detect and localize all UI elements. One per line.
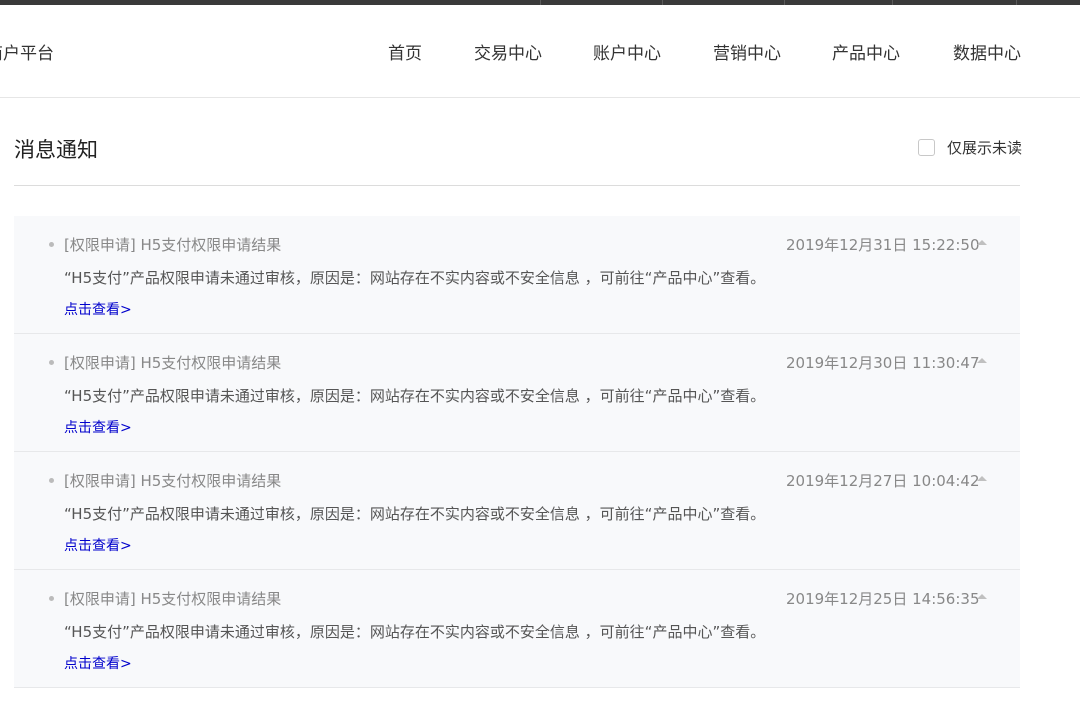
message-body: “H5支付”产品权限申请未通过审核，原因是：网站存在不实内容或不安全信息 ，可前… — [64, 269, 766, 287]
nav-product-center[interactable]: 产品中心 — [832, 39, 900, 64]
view-detail-link[interactable]: 点击查看> — [64, 535, 132, 555]
message-title: [权限申请] H5支付权限申请结果 — [64, 236, 282, 254]
unread-only-filter[interactable]: 仅展示未读 — [918, 137, 1022, 158]
unread-only-checkbox[interactable] — [918, 139, 935, 156]
collapse-caret-icon[interactable] — [977, 240, 987, 245]
page-title: 消息通知 — [14, 138, 98, 162]
message-body: “H5支付”产品权限申请未通过审核，原因是：网站存在不实内容或不安全信息 ，可前… — [64, 387, 766, 405]
unread-only-label[interactable]: 仅展示未读 — [947, 137, 1022, 158]
message-time: 2019年12月31日 15:22:50 — [786, 236, 980, 254]
message-item: [权限申请] H5支付权限申请结果 2019年12月30日 11:30:47 “… — [14, 334, 1020, 452]
message-time: 2019年12月27日 10:04:42 — [786, 472, 980, 490]
title-divider — [14, 185, 1020, 186]
message-title: [权限申请] H5支付权限申请结果 — [64, 354, 282, 372]
message-item: [权限申请] H5支付权限申请结果 2019年12月31日 15:22:50 “… — [14, 216, 1020, 334]
collapse-caret-icon[interactable] — [977, 476, 987, 481]
view-detail-link[interactable]: 点击查看> — [64, 299, 132, 319]
message-body: “H5支付”产品权限申请未通过审核，原因是：网站存在不实内容或不安全信息 ，可前… — [64, 623, 766, 641]
brand-title[interactable]: 商户平台 — [0, 39, 54, 64]
bullet-dot-icon — [49, 478, 54, 483]
nav-trade-center[interactable]: 交易中心 — [474, 39, 542, 64]
message-title: [权限申请] H5支付权限申请结果 — [64, 590, 282, 608]
message-body: “H5支付”产品权限申请未通过审核，原因是：网站存在不实内容或不安全信息 ，可前… — [64, 505, 766, 523]
view-detail-link[interactable]: 点击查看> — [64, 653, 132, 673]
bullet-dot-icon — [49, 596, 54, 601]
message-time: 2019年12月30日 11:30:47 — [786, 354, 980, 372]
bullet-dot-icon — [49, 360, 54, 365]
nav-marketing-center[interactable]: 营销中心 — [713, 39, 781, 64]
collapse-caret-icon[interactable] — [977, 594, 987, 599]
view-detail-link[interactable]: 点击查看> — [64, 417, 132, 437]
nav-home[interactable]: 首页 — [388, 39, 422, 64]
message-time: 2019年12月25日 14:56:35 — [786, 590, 980, 608]
site-header: 商户平台 首页 交易中心 账户中心 营销中心 产品中心 数据中心 — [0, 5, 1080, 98]
message-item: [权限申请] H5支付权限申请结果 2019年12月25日 14:56:35 “… — [14, 570, 1020, 688]
message-item: [权限申请] H5支付权限申请结果 2019年12月27日 10:04:42 “… — [14, 452, 1020, 570]
nav-account-center[interactable]: 账户中心 — [593, 39, 661, 64]
bullet-dot-icon — [49, 242, 54, 247]
collapse-caret-icon[interactable] — [977, 358, 987, 363]
message-list: [权限申请] H5支付权限申请结果 2019年12月31日 15:22:50 “… — [14, 216, 1020, 688]
message-title: [权限申请] H5支付权限申请结果 — [64, 472, 282, 490]
nav-data-center[interactable]: 数据中心 — [953, 39, 1021, 64]
